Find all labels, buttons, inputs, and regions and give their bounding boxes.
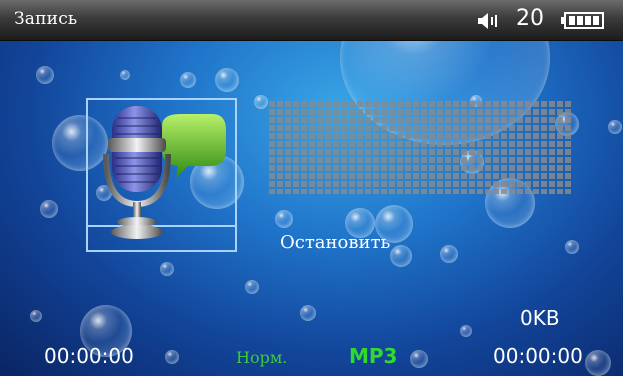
total-time: 00:00:00 [493,344,583,368]
volume-level: 20 [516,6,544,31]
title-bar: Запись 20 [0,0,623,41]
battery-full-icon [561,12,604,29]
screen-title: Запись [14,9,78,29]
file-size: 0KB [520,306,560,330]
record-format: MP3 [349,344,398,368]
speaker-icon [478,13,497,29]
elapsed-time: 00:00:00 [44,344,134,368]
microphone-chat-icon [103,106,226,239]
quality-mode: Норм. [236,348,288,367]
stop-button[interactable]: Остановить [280,232,390,253]
level-meter-icon [269,101,571,194]
recorder-screen: Запись 20 Остановить 0KB 00:00:00 Норм. … [0,0,623,376]
